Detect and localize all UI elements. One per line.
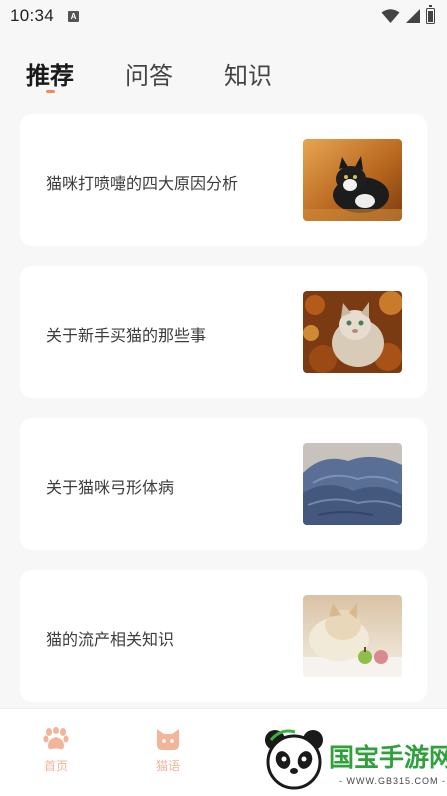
panda-logo-icon (265, 729, 323, 790)
watermark-url: - WWW.GB315.COM - (339, 776, 446, 786)
fluffy-cat-autumn-photo (303, 291, 402, 373)
category-tabs: 推荐 问答 知识 (0, 50, 447, 100)
status-bar: 10:34 A (0, 0, 447, 32)
battery-icon (426, 5, 435, 24)
nav-label-home: 首页 (43, 759, 68, 773)
article-title: 猫咪打喷嚏的四大原因分析 (46, 176, 239, 193)
status-icons (381, 5, 435, 24)
status-time: 10:34 (10, 6, 55, 25)
article-card[interactable]: 猫咪打喷嚏的四大原因分析 (20, 114, 427, 246)
watermark-text: 国宝手游网 (329, 744, 447, 772)
article-title: 猫的流产相关知识 (46, 632, 175, 649)
article-card[interactable]: 关于新手买猫的那些事 (20, 266, 427, 398)
blue-knit-blanket-photo (303, 443, 402, 525)
article-title: 关于猫咪弓形体病 (46, 480, 175, 497)
cat-with-apples-photo (303, 595, 402, 677)
nav-item-cat-language[interactable]: 猫语 (138, 727, 198, 774)
nav-item-home[interactable]: 首页 (26, 727, 86, 774)
signal-icon (406, 9, 420, 23)
paw-icon (43, 727, 69, 750)
tab-knowledge[interactable]: 知识 (224, 56, 272, 91)
nav-label-cat-language: 猫语 (155, 759, 180, 773)
cat-face-icon (157, 729, 179, 750)
active-tab-indicator (46, 90, 55, 93)
article-card[interactable]: 关于猫咪弓形体病 (20, 418, 427, 550)
black-white-cat-photo (303, 139, 402, 221)
tab-qa[interactable]: 问答 (125, 56, 173, 91)
tab-recommend[interactable]: 推荐 (26, 56, 74, 91)
a-square-icon: A (68, 10, 80, 22)
article-title: 关于新手买猫的那些事 (46, 328, 207, 345)
wifi-icon (381, 8, 400, 23)
article-card[interactable]: 猫的流产相关知识 (20, 570, 427, 702)
site-watermark: 国宝手游网 - WWW.GB315.COM - (247, 720, 447, 796)
